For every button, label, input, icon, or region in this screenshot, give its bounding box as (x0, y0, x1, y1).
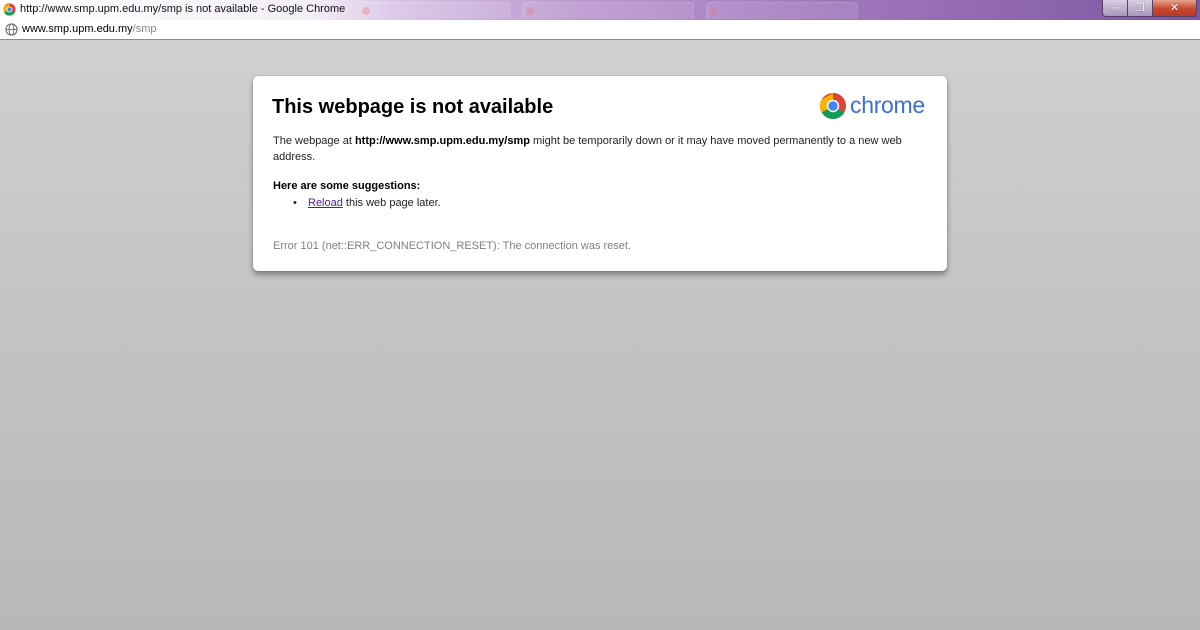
address-bar[interactable]: www.smp.upm.edu.my/smp (0, 20, 1200, 40)
error-code: Error 101 (net::ERR_CONNECTION_RESET): T… (273, 240, 632, 252)
url-text[interactable]: www.smp.upm.edu.my/smp (22, 23, 157, 36)
error-title: This webpage is not available (272, 96, 554, 118)
window-title: http://www.smp.upm.edu.my/smp is not ava… (20, 3, 346, 15)
tab-favicon-icon (526, 7, 534, 15)
chrome-wordmark: chrome (850, 92, 925, 118)
message-url: http://www.smp.upm.edu.my/smp (354, 135, 530, 147)
background-tab[interactable] (706, 2, 858, 19)
maximize-button[interactable]: ❐ (1128, 0, 1153, 17)
close-icon: ✕ (1169, 2, 1180, 14)
suggestion-list: • Reload this web page later. (273, 196, 441, 210)
reload-link[interactable]: Reload (308, 197, 343, 209)
minimize-icon: – (1111, 2, 1119, 14)
chrome-logo-icon (819, 93, 846, 120)
error-panel: This webpage is not available chrome The… (253, 76, 947, 271)
url-path: /smp (132, 23, 157, 35)
page-viewport: This webpage is not available chrome The… (0, 40, 1200, 630)
background-tab[interactable] (522, 2, 694, 19)
chrome-favicon-icon (3, 3, 16, 16)
suggestion-text: this web page later. (342, 197, 441, 209)
suggestions-heading: Here are some suggestions: (273, 180, 421, 192)
window-controls: – ❐ ✕ (1102, 0, 1197, 18)
tab-favicon-icon (362, 7, 370, 15)
list-item: • Reload this web page later. (273, 196, 441, 210)
globe-icon (5, 23, 18, 36)
background-tab[interactable] (358, 2, 510, 19)
window-titlebar[interactable]: http://www.smp.upm.edu.my/smp is not ava… (0, 0, 1200, 20)
tab-favicon-icon (710, 7, 718, 15)
bullet: • (293, 197, 297, 209)
restore-icon: ❐ (1135, 2, 1145, 14)
message-prefix: The webpage at (273, 135, 355, 147)
url-host: www.smp.upm.edu.my (22, 23, 133, 35)
error-message: The webpage at http://www.smp.upm.edu.my… (273, 133, 933, 165)
minimize-button[interactable]: – (1102, 0, 1128, 17)
chrome-logo: chrome (819, 91, 929, 121)
close-button[interactable]: ✕ (1153, 0, 1197, 17)
